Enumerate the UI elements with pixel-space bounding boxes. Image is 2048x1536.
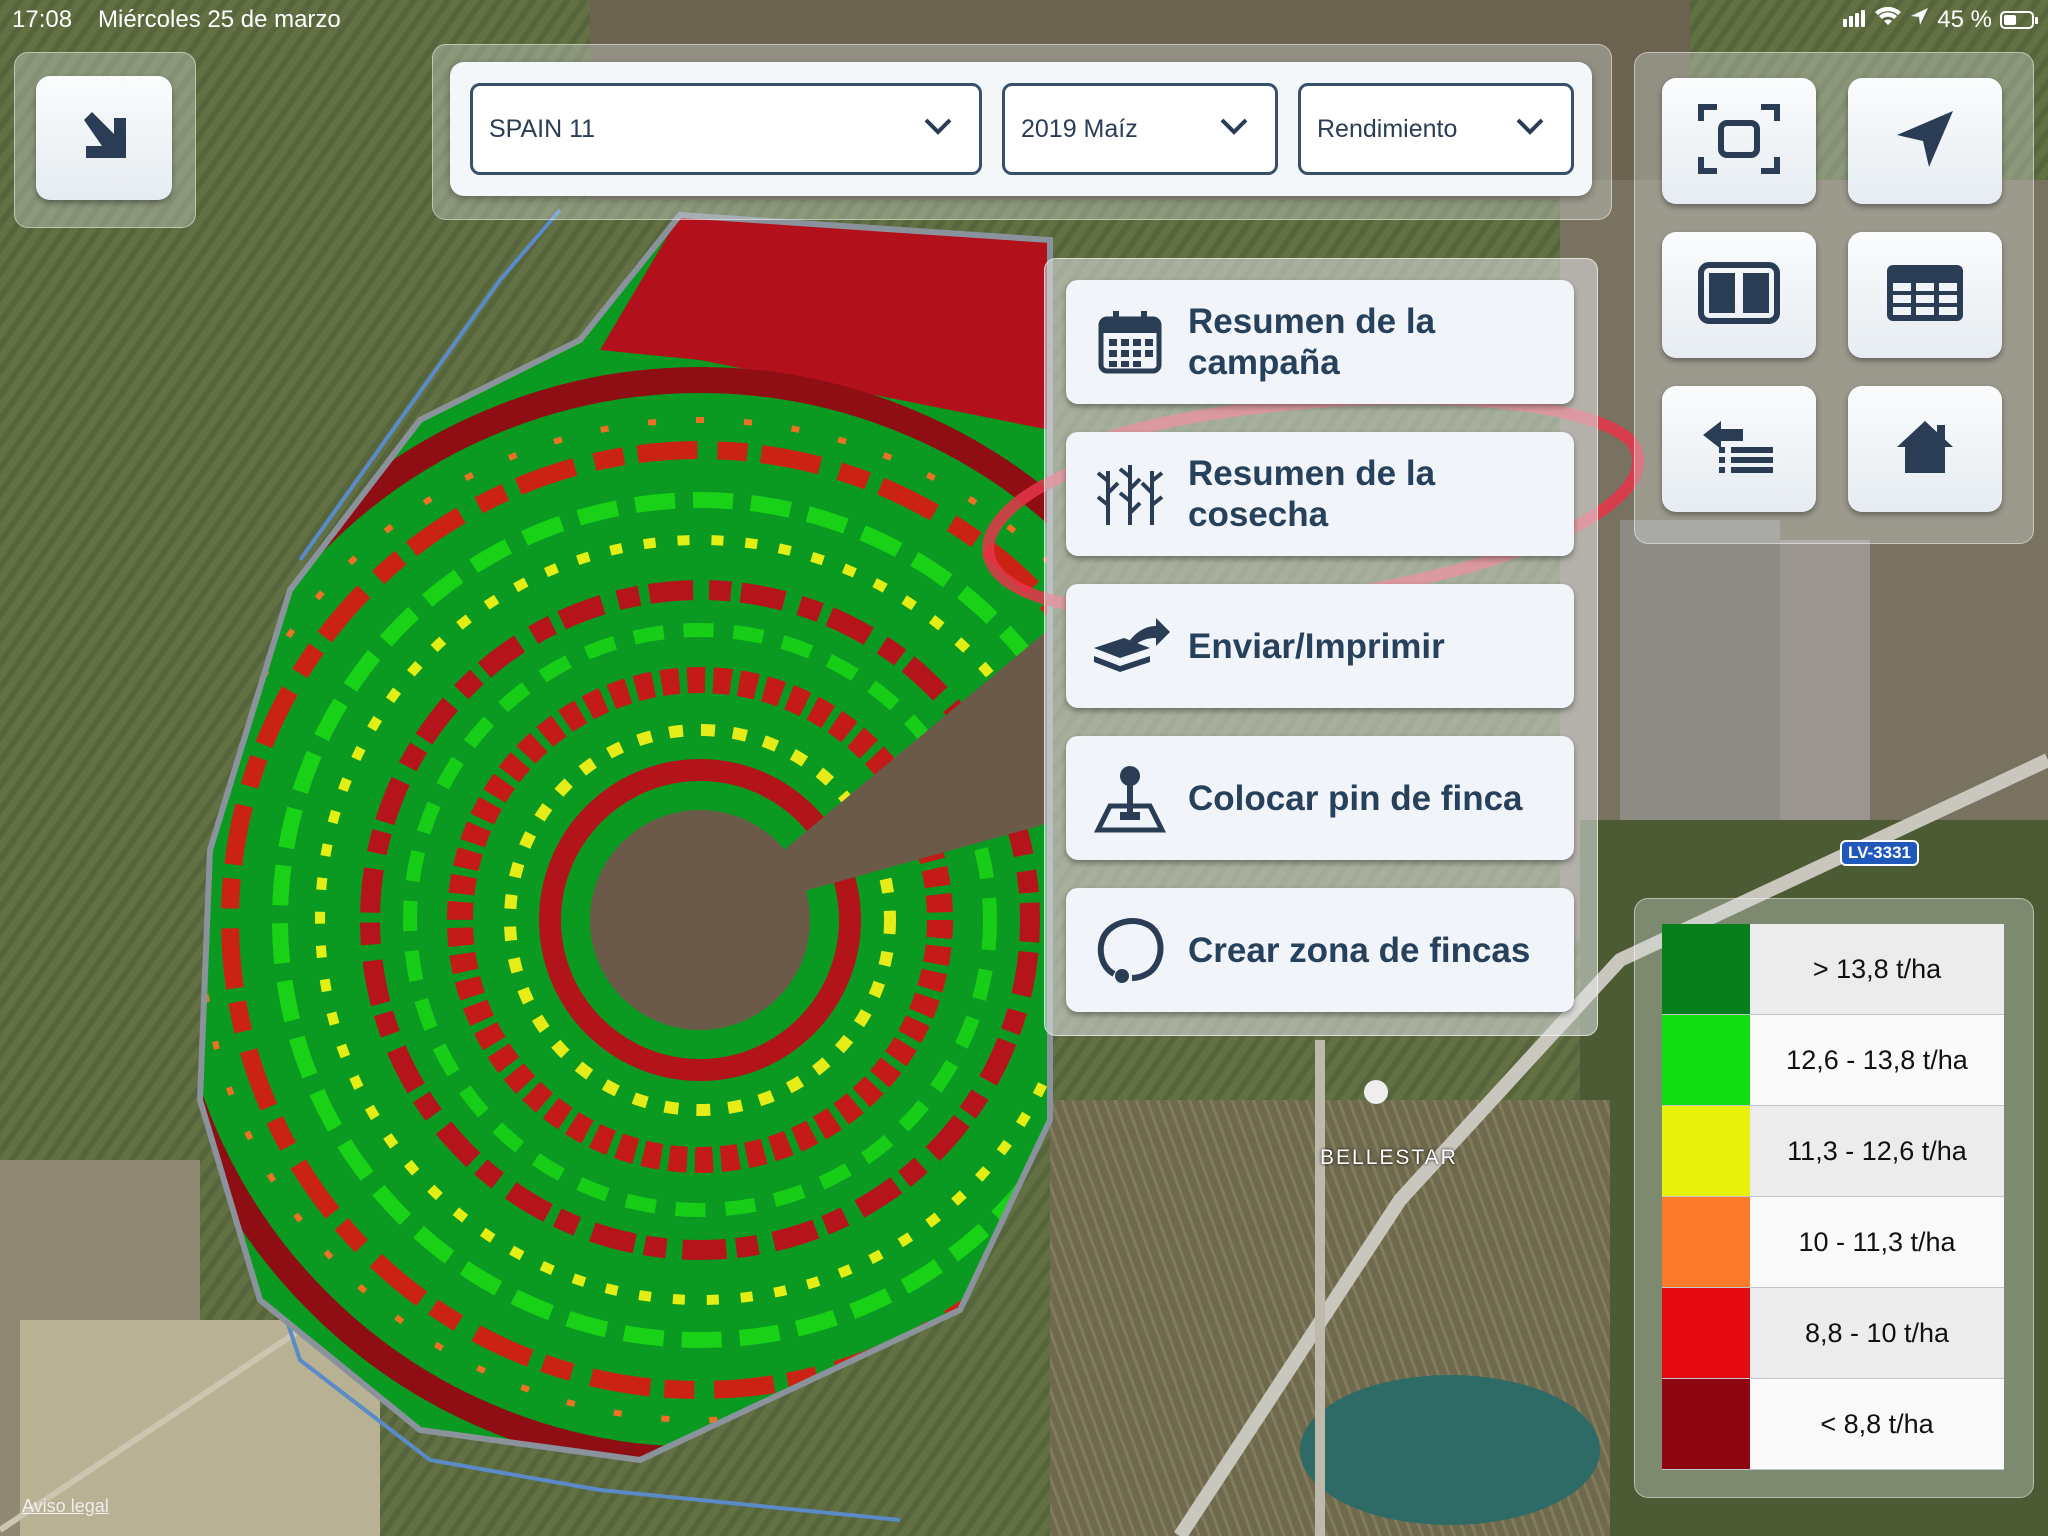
home-button[interactable] [1848, 386, 2002, 512]
arrow-down-right-icon [76, 108, 132, 168]
legend-label: 8,8 - 10 t/ha [1750, 1288, 2004, 1378]
home-icon [1893, 417, 1957, 481]
menu-item-campaign-summary[interactable]: Resumen de la campaña [1066, 280, 1574, 404]
battery-percent: 45 % [1937, 6, 1992, 33]
season-select-value: 2019 Maíz [1021, 114, 1138, 143]
legend-row: 10 - 11,3 t/ha [1662, 1197, 2004, 1288]
legend-swatch [1662, 1106, 1750, 1196]
location-services-icon [1909, 6, 1929, 34]
menu-item-send-print[interactable]: Enviar/Imprimir [1066, 584, 1574, 708]
legal-link[interactable]: Aviso legal [22, 1496, 109, 1517]
status-right: 45 % [1843, 6, 2038, 34]
wifi-icon [1875, 6, 1902, 34]
split-view-button[interactable] [1662, 232, 1816, 358]
season-select[interactable]: 2019 Maíz [1002, 83, 1278, 175]
menu-item-label: Resumen de la cosecha [1188, 454, 1436, 534]
legend-row: 12,6 - 13,8 t/ha [1662, 1015, 2004, 1106]
yield-legend: > 13,8 t/ha 12,6 - 13,8 t/ha 11,3 - 12,6 t… [1662, 924, 2004, 1470]
legend-row: 8,8 - 10 t/ha [1662, 1288, 2004, 1379]
legend-row: > 13,8 t/ha [1662, 924, 2004, 1015]
menu-item-label: Crear zona de fincas [1188, 930, 1531, 970]
chevron-down-icon [1516, 118, 1544, 135]
legend-swatch [1662, 1197, 1750, 1287]
legend-row: 11,3 - 12,6 t/ha [1662, 1106, 2004, 1197]
status-bar: 17:08 Miércoles 25 de marzo 45 % [0, 0, 2048, 40]
legend-label: < 8,8 t/ha [1750, 1379, 2004, 1469]
menu-item-label: Colocar pin de finca [1188, 778, 1523, 818]
menu-item-create-zone[interactable]: Crear zona de fincas [1066, 888, 1574, 1012]
legend-swatch [1662, 1379, 1750, 1469]
send-icon [1086, 602, 1174, 690]
locate-button[interactable] [1848, 78, 2002, 204]
collapse-button[interactable] [36, 76, 172, 200]
layer-select[interactable]: Rendimiento [1298, 83, 1574, 175]
farm-select[interactable]: SPAIN 11 [470, 83, 982, 175]
legend-swatch [1662, 1288, 1750, 1378]
legend-label: 10 - 11,3 t/ha [1750, 1197, 2004, 1287]
locate-arrow-icon [1893, 107, 1957, 175]
crop-icon [1086, 450, 1174, 538]
farm-select-value: SPAIN 11 [489, 114, 596, 143]
fit-extent-icon [1697, 103, 1781, 179]
table-view-button[interactable] [1848, 232, 2002, 358]
status-date: Miércoles 25 de marzo [98, 6, 341, 33]
chevron-down-icon [924, 118, 952, 135]
legend-label: 12,6 - 13,8 t/ha [1750, 1015, 2004, 1105]
legend-row: < 8,8 t/ha [1662, 1379, 2004, 1470]
calendar-icon [1086, 298, 1174, 386]
chevron-down-icon [1220, 118, 1248, 135]
menu-item-label: Enviar/Imprimir [1188, 626, 1445, 666]
menu-item-label: Resumen de la campaña [1188, 302, 1436, 382]
battery-icon [2000, 11, 2038, 29]
fit-extent-button[interactable] [1662, 78, 1816, 204]
layer-select-value: Rendimiento [1317, 114, 1458, 143]
pin-icon [1086, 754, 1174, 842]
zone-icon [1086, 906, 1174, 994]
back-list-button[interactable] [1662, 386, 1816, 512]
menu-item-place-pin[interactable]: Colocar pin de finca [1066, 736, 1574, 860]
legend-swatch [1662, 1015, 1750, 1105]
split-view-icon [1697, 261, 1781, 329]
place-label: BELLESTAR [1320, 1146, 1458, 1169]
menu-item-harvest-summary[interactable]: Resumen de la cosecha [1066, 432, 1574, 556]
legend-swatch [1662, 924, 1750, 1014]
status-time: 17:08 [12, 6, 73, 33]
signal-icon [1843, 6, 1867, 34]
legend-label: 11,3 - 12,6 t/ha [1750, 1106, 2004, 1196]
legend-label: > 13,8 t/ha [1750, 924, 2004, 1014]
back-list-icon [1699, 415, 1779, 483]
road-label: LV-3331 [1840, 840, 1920, 866]
selector-bar: SPAIN 11 2019 Maíz Rendimiento [450, 62, 1592, 196]
table-view-icon [1883, 261, 1967, 329]
